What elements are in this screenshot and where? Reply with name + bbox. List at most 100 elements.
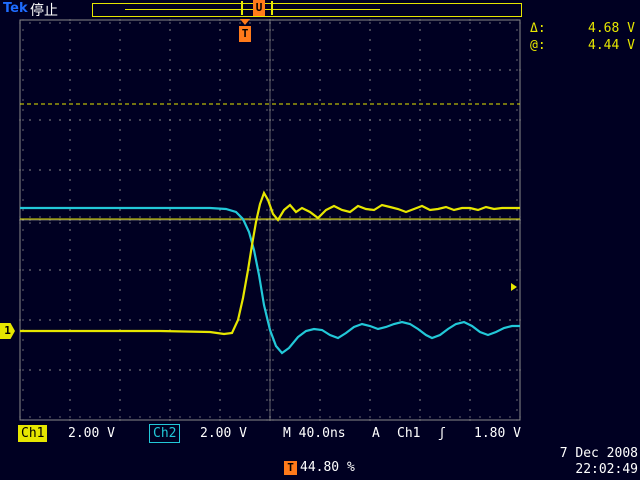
graticule-dot [119,219,121,221]
graticule-dot [169,259,171,261]
graticule-dot [79,169,81,171]
graticule-dot [266,249,268,251]
graticule-dot [53,219,55,221]
graticule-dot [269,47,271,49]
graticule-dot [59,169,61,171]
graticule-dot [272,89,274,91]
trigger-marker[interactable]: T [239,26,251,42]
graticule-dot [319,359,321,361]
graticule-dot [329,169,331,171]
graticule-dot [419,409,421,411]
trigger-position-marker[interactable]: U [253,0,265,16]
waveform-display[interactable] [0,0,640,480]
graticule-dot [79,22,81,24]
graticule-dot [209,219,211,221]
graticule-dot [469,259,471,261]
ch1-label[interactable]: Ch1 [18,425,48,442]
graticule-dot [69,289,71,291]
graticule-dot [39,219,41,221]
graticule-dot [239,416,241,418]
graticule-dot [22,389,24,391]
graticule-dot [59,269,61,271]
graticule-dot [349,119,351,121]
graticule-dot [429,169,431,171]
graticule-dot [516,129,518,131]
graticule-dot [269,35,271,37]
graticule-dot [119,179,121,181]
graticule-dot [359,219,361,221]
graticule-dot [272,99,274,101]
graticule-dot [269,309,271,311]
graticule-dot [287,219,289,221]
graticule-dot [79,319,81,321]
graticule-dot [339,219,341,221]
graticule-dot [516,109,518,111]
graticule-dot [119,259,121,261]
graticule-dot [439,319,441,321]
graticule-dot [269,231,271,233]
graticule-dot [367,219,369,221]
graticule-dot [499,416,501,418]
graticule-dot [333,219,335,221]
graticule-dot [323,219,325,221]
graticule-dot [29,222,31,224]
graticule-dot [369,159,371,161]
graticule-dot [489,369,491,371]
graticule-dot [259,222,261,224]
graticule-dot [141,219,143,221]
graticule-dot [219,79,221,81]
graticule-dot [471,219,473,221]
graticule-dot [69,179,71,181]
graticule-dot [489,216,491,218]
trigger-position-arrow [240,19,250,25]
graticule-dot [429,319,431,321]
graticule-dot [489,222,491,224]
graticule-dot [219,279,221,281]
trigger-level-arrow [511,283,517,291]
graticule-dot [269,55,271,57]
graticule-dot [419,369,421,371]
graticule-dot [419,59,421,61]
graticule-dot [99,119,101,121]
graticule-dot [516,39,518,41]
graticule-dot [363,219,365,221]
graticule-dot [359,69,361,71]
graticule-dot [69,279,71,281]
graticule-dot [269,291,271,293]
graticule-dot [409,416,411,418]
graticule-dot [269,391,271,393]
graticule-dot [259,216,261,218]
graticule-dot [467,219,469,221]
graticule-dot [409,222,411,224]
graticule-dot [119,159,121,161]
graticule-dot [169,379,171,381]
graticule-dot [459,69,461,71]
graticule-dot [119,199,121,201]
graticule-dot [22,99,24,101]
graticule-dot [272,49,274,51]
graticule-dot [519,369,521,371]
graticule-dot [266,229,268,231]
graticule-dot [489,22,491,24]
graticule-dot [169,416,171,418]
graticule-dot [22,159,24,161]
graticule-dot [516,29,518,31]
graticule-dot [69,129,71,131]
graticule-dot [119,279,121,281]
graticule-dot [159,22,161,24]
graticule-dot [319,199,321,201]
graticule-dot [39,269,41,271]
graticule-dot [369,289,371,291]
graticule-dot [59,22,61,24]
graticule-dot [269,373,271,375]
graticule-dot [269,293,271,295]
graticule-dot [319,59,321,61]
ch2-label[interactable]: Ch2 [149,424,181,443]
graticule-dot [149,119,151,121]
graticule-dot [266,139,268,141]
graticule-dot [419,99,421,101]
graticule-dot [269,173,271,175]
graticule-dot [269,225,271,227]
graticule-dot [266,309,268,311]
graticule-dot [169,249,171,251]
